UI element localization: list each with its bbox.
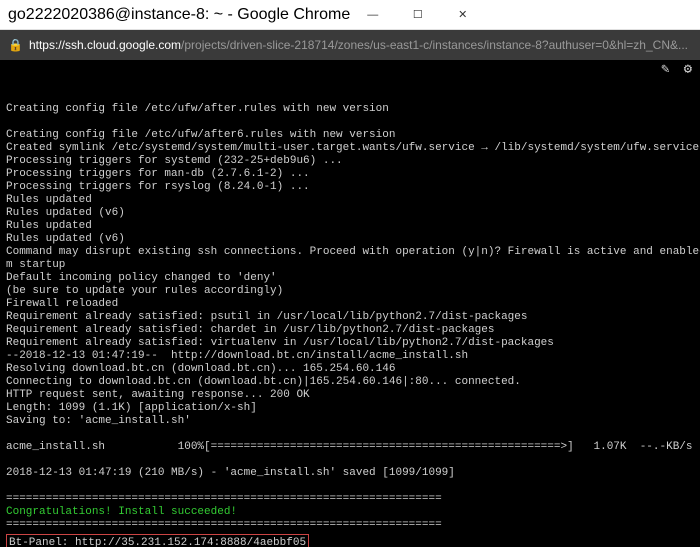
term-line: m startup xyxy=(6,259,65,271)
term-line: (be sure to update your rules accordingl… xyxy=(6,285,283,297)
term-line: Rules updated (v6) xyxy=(6,233,125,245)
terminal-toolbar: ✎ ⚙ xyxy=(661,64,692,77)
lock-icon: 🔒 xyxy=(8,38,23,52)
gear-icon[interactable]: ⚙ xyxy=(684,64,692,77)
pencil-icon[interactable]: ✎ xyxy=(661,64,669,77)
term-line: Rules updated (v6) xyxy=(6,207,125,219)
url-path: /projects/driven-slice-218714/zones/us-e… xyxy=(181,38,688,52)
term-line: Connecting to download.bt.cn (download.b… xyxy=(6,376,521,388)
term-line: Requirement already satisfied: chardet i… xyxy=(6,324,494,336)
window-titlebar: go2222020386@instance-8: ~ - Google Chro… xyxy=(0,0,700,30)
terminal[interactable]: ✎ ⚙ Creating config file /etc/ufw/after.… xyxy=(0,60,700,547)
term-line: acme_install.sh 100%[===================… xyxy=(6,441,700,453)
minimize-button[interactable]: — xyxy=(350,0,395,29)
bt-panel-url: Bt-Panel: http://35.231.152.174:8888/4ae… xyxy=(9,537,306,547)
url-display: https://ssh.cloud.google.com/projects/dr… xyxy=(29,38,692,52)
address-bar[interactable]: 🔒 https://ssh.cloud.google.com/projects/… xyxy=(0,30,700,60)
term-line: Processing triggers for man-db (2.7.6.1-… xyxy=(6,168,310,180)
term-line: ========================================… xyxy=(6,519,442,531)
credentials-box: Bt-Panel: http://35.231.152.174:8888/4ae… xyxy=(6,534,309,547)
term-line: Firewall reloaded xyxy=(6,298,118,310)
term-line: Command may disrupt existing ssh connect… xyxy=(6,246,700,258)
term-line: Requirement already satisfied: psutil in… xyxy=(6,311,528,323)
window-title: go2222020386@instance-8: ~ - Google Chro… xyxy=(8,6,350,24)
term-line: Rules updated xyxy=(6,194,92,206)
term-line: Creating config file /etc/ufw/after6.rul… xyxy=(6,129,395,141)
term-line: Rules updated xyxy=(6,220,92,232)
url-host: https://ssh.cloud.google.com xyxy=(29,38,181,52)
term-line: Default incoming policy changed to 'deny… xyxy=(6,272,277,284)
term-line: Resolving download.bt.cn (download.bt.cn… xyxy=(6,363,395,375)
term-line: Processing triggers for rsyslog (8.24.0-… xyxy=(6,181,310,193)
term-line: Length: 1099 (1.1K) [application/x-sh] xyxy=(6,402,257,414)
term-line: Creating config file /etc/ufw/after.rule… xyxy=(6,103,389,115)
term-line: ========================================… xyxy=(6,493,442,505)
term-line: Requirement already satisfied: virtualen… xyxy=(6,337,554,349)
term-line: Created symlink /etc/systemd/system/mult… xyxy=(6,142,700,154)
success-line: Congratulations! Install succeeded! xyxy=(6,506,237,518)
term-line: --2018-12-13 01:47:19-- http://download.… xyxy=(6,350,468,362)
term-line: HTTP request sent, awaiting response... … xyxy=(6,389,310,401)
term-line: Processing triggers for systemd (232-25+… xyxy=(6,155,343,167)
maximize-button[interactable]: ☐ xyxy=(395,0,440,29)
term-line: 2018-12-13 01:47:19 (210 MB/s) - 'acme_i… xyxy=(6,467,455,479)
close-button[interactable]: ✕ xyxy=(440,0,485,29)
term-line: Saving to: 'acme_install.sh' xyxy=(6,415,191,427)
